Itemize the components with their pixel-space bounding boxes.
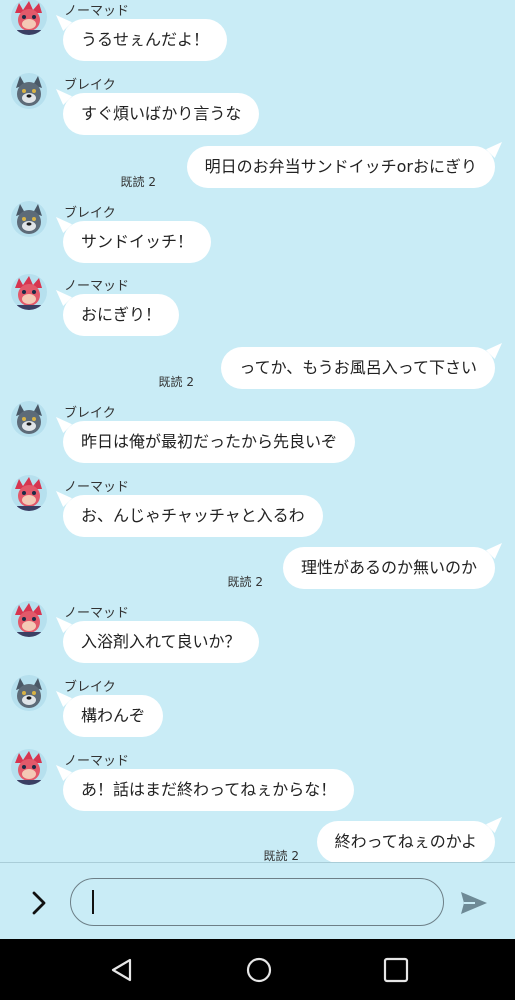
message-bubble[interactable]: うるせぇんだよ！ [63,19,228,61]
sender-name: ブレイク [64,78,116,93]
sender-name: ブレイク [64,206,116,221]
input-bar [0,862,515,940]
message-bubble[interactable]: お、んじゃチャッチャと入るわ [63,495,323,537]
chevron-right-icon[interactable] [26,889,54,917]
break-avatar[interactable] [11,201,47,237]
read-receipt: 既読 2 [263,849,299,862]
message-bubble[interactable]: 理性があるのか無いのか [282,547,495,589]
text-cursor [92,890,94,914]
back-triangle-icon[interactable] [108,956,136,984]
sender-name: ノーマッド [64,4,130,19]
nomad-avatar[interactable] [11,749,47,785]
sender-name: ノーマッド [64,279,130,294]
sender-name: ノーマッド [64,480,130,495]
message-bubble[interactable]: 入浴剤入れて良いか？ [63,621,259,663]
sender-name: ブレイク [64,680,116,695]
sender-name: ノーマッド [64,754,130,769]
chat-area[interactable]: ノーマッド うるせぇんだよ！ ブレイク すぐ煩いばかり言うな 既読 2 明日のお… [0,0,515,862]
read-receipt: 既読 2 [120,175,156,189]
message-bubble[interactable]: サンドイッチ！ [63,221,212,263]
break-avatar[interactable] [11,675,47,711]
message-bubble[interactable]: 終わってねぇのかよ [316,821,495,862]
read-receipt: 既読 2 [158,375,194,389]
break-avatar[interactable] [11,73,47,109]
nomad-avatar[interactable] [11,475,47,511]
nomad-avatar[interactable] [11,274,47,310]
message-bubble[interactable]: 明日のお弁当サンドイッチorおにぎり [186,146,495,188]
sender-name: ノーマッド [64,606,130,621]
send-icon[interactable] [459,889,489,917]
message-bubble[interactable]: あ！話はまだ終わってねぇからな！ [63,769,355,811]
system-navigation-bar [0,939,515,1000]
message-bubble[interactable]: おにぎり！ [63,294,180,336]
sender-name: ブレイク [64,406,116,421]
message-bubble[interactable]: 昨日は俺が最初だったから先良いぞ [63,421,356,463]
read-receipt: 既読 2 [227,575,263,589]
break-avatar[interactable] [11,401,47,437]
nomad-avatar[interactable] [11,601,47,637]
recents-square-icon[interactable] [382,956,410,984]
home-circle-icon[interactable] [245,956,273,984]
nomad-avatar[interactable] [11,0,47,35]
message-input[interactable] [70,878,444,926]
message-bubble[interactable]: ってか、もうお風呂入って下さい [221,347,495,389]
message-bubble[interactable]: すぐ煩いばかり言うな [63,93,260,135]
message-bubble[interactable]: 構わんぞ [63,695,164,737]
